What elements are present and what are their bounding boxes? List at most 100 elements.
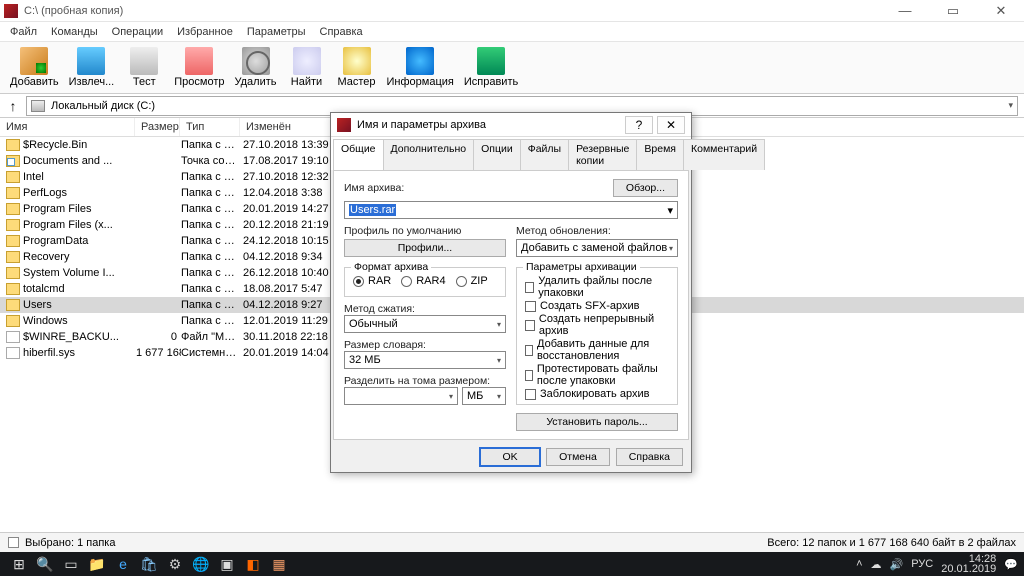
system-tray[interactable]: ˄ ☁ 🔊 РУС 14:28 20.01.2019 💬 xyxy=(856,554,1018,574)
dialog-help-button[interactable]: ? xyxy=(625,116,653,134)
dialog-tabs: Общие Дополнительно Опции Файлы Резервны… xyxy=(331,137,691,170)
add-icon xyxy=(20,47,48,75)
profiles-button[interactable]: Профили... xyxy=(344,239,506,257)
settings-icon[interactable]: ⚙ xyxy=(162,554,188,574)
toolbar-view-button[interactable]: Просмотр xyxy=(172,45,226,90)
param-check-5[interactable]: Заблокировать архив xyxy=(525,388,669,400)
folder-icon xyxy=(6,187,20,199)
explorer-icon[interactable]: 📁 xyxy=(84,554,110,574)
drive-icon xyxy=(31,100,45,112)
file-icon xyxy=(6,331,20,343)
edge-icon[interactable]: e xyxy=(110,554,136,574)
toolbar-del-button[interactable]: Удалить xyxy=(233,45,279,90)
menu-commands[interactable]: Команды xyxy=(45,24,104,40)
dialog-app-icon xyxy=(337,118,351,132)
test-icon xyxy=(130,47,158,75)
folder-icon xyxy=(6,203,20,215)
tray-clock[interactable]: 14:28 20.01.2019 xyxy=(941,554,996,574)
col-name[interactable]: Имя xyxy=(0,118,135,136)
winrar-icon[interactable]: ▦ xyxy=(266,554,292,574)
select-all-checkbox[interactable] xyxy=(8,537,19,548)
close-button[interactable]: ✕ xyxy=(986,3,1016,19)
tab-advanced[interactable]: Дополнительно xyxy=(383,139,475,170)
param-check-1[interactable]: Создать SFX-архив xyxy=(525,300,669,312)
ok-button[interactable]: OK xyxy=(480,448,540,466)
update-method-combo[interactable]: Добавить с заменой файлов▾ xyxy=(516,239,678,257)
drive-label: Локальный диск (C:) xyxy=(51,100,155,112)
menu-bar: Файл Команды Операции Избранное Параметр… xyxy=(0,22,1024,42)
window-title: C:\ (пробная копия) xyxy=(24,5,123,17)
menu-favorites[interactable]: Избранное xyxy=(171,24,239,40)
cancel-button[interactable]: Отмена xyxy=(546,448,610,466)
folder-icon xyxy=(6,299,20,311)
tab-files[interactable]: Файлы xyxy=(520,139,569,170)
tray-lang[interactable]: РУС xyxy=(911,558,933,570)
format-rar4-radio[interactable]: RAR4 xyxy=(401,275,445,287)
menu-options[interactable]: Параметры xyxy=(241,24,312,40)
tab-general[interactable]: Общие xyxy=(333,139,384,170)
toolbar: ДобавитьИзвлеч...ТестПросмотрУдалитьНайт… xyxy=(0,42,1024,94)
toolbar-wiz-button[interactable]: Мастер xyxy=(335,45,379,90)
taskview-icon[interactable]: ▭ xyxy=(58,554,84,574)
menu-operations[interactable]: Операции xyxy=(106,24,169,40)
toolbar-ext-button[interactable]: Извлеч... xyxy=(67,45,117,90)
dialog-close-button[interactable]: ✕ xyxy=(657,116,685,134)
param-check-4[interactable]: Протестировать файлы после упаковки xyxy=(525,363,669,387)
tab-options[interactable]: Опции xyxy=(473,139,521,170)
col-type[interactable]: Тип xyxy=(180,118,240,136)
toolbar-add-button[interactable]: Добавить xyxy=(8,45,61,90)
folder-icon xyxy=(6,139,20,151)
ext-icon xyxy=(77,47,105,75)
folder-icon xyxy=(6,219,20,231)
search-icon[interactable]: 🔍 xyxy=(32,554,58,574)
toolbar-find-button[interactable]: Найти xyxy=(285,45,329,90)
up-button[interactable]: ↑ xyxy=(6,98,20,114)
tab-backup[interactable]: Резервные копии xyxy=(568,139,637,170)
menu-file[interactable]: Файл xyxy=(4,24,43,40)
terminal-icon[interactable]: ▣ xyxy=(214,554,240,574)
format-zip-radio[interactable]: ZIP xyxy=(456,275,488,287)
fix-icon xyxy=(477,47,505,75)
tray-cloud-icon[interactable]: ☁ xyxy=(871,558,882,571)
help-button[interactable]: Справка xyxy=(616,448,683,466)
folder-icon xyxy=(6,171,20,183)
chrome-icon[interactable]: 🌐 xyxy=(188,554,214,574)
toolbar-fix-button[interactable]: Исправить xyxy=(462,45,520,90)
view-icon xyxy=(185,47,213,75)
tray-volume-icon[interactable]: 🔊 xyxy=(890,558,904,571)
password-button[interactable]: Установить пароль... xyxy=(516,413,678,431)
tray-notify-icon[interactable]: 💬 xyxy=(1004,558,1018,571)
totalcmd-icon[interactable]: ◧ xyxy=(240,554,266,574)
profile-label: Профиль по умолчанию xyxy=(344,225,506,237)
params-group: Параметры архивации Удалить файлы после … xyxy=(516,267,678,405)
col-modified[interactable]: Изменён xyxy=(240,118,332,136)
minimize-button[interactable]: — xyxy=(890,3,920,19)
taskbar[interactable]: ⊞ 🔍 ▭ 📁 e 🛍 ⚙ 🌐 ▣ ◧ ▦ ˄ ☁ 🔊 РУС 14:28 20… xyxy=(0,552,1024,576)
dialog-titlebar[interactable]: Имя и параметры архива ? ✕ xyxy=(331,113,691,137)
dict-combo[interactable]: 32 МБ▾ xyxy=(344,351,506,369)
param-check-0[interactable]: Удалить файлы после упаковки xyxy=(525,275,669,299)
tray-up-icon[interactable]: ˄ xyxy=(856,558,862,570)
col-size[interactable]: Размер xyxy=(135,118,180,136)
update-method-label: Метод обновления: xyxy=(516,225,678,237)
archive-name-input[interactable]: Users.rar ▾ xyxy=(344,201,678,219)
compress-combo[interactable]: Обычный▾ xyxy=(344,315,506,333)
toolbar-test-button[interactable]: Тест xyxy=(122,45,166,90)
folder-icon xyxy=(6,267,20,279)
folder-icon xyxy=(6,283,20,295)
browse-button[interactable]: Обзор... xyxy=(613,179,678,197)
store-icon[interactable]: 🛍 xyxy=(136,554,162,574)
format-rar-radio[interactable]: RAR xyxy=(353,275,391,287)
menu-help[interactable]: Справка xyxy=(314,24,369,40)
param-check-2[interactable]: Создать непрерывный архив xyxy=(525,313,669,337)
tab-time[interactable]: Время xyxy=(636,139,684,170)
dict-label: Размер словаря: xyxy=(344,339,506,351)
param-check-3[interactable]: Добавить данные для восстановления xyxy=(525,338,669,362)
start-button[interactable]: ⊞ xyxy=(6,554,32,574)
split-unit-combo[interactable]: МБ▾ xyxy=(462,387,506,405)
split-size-combo[interactable]: ▾ xyxy=(344,387,458,405)
toolbar-info-button[interactable]: Информация xyxy=(385,45,456,90)
maximize-button[interactable]: ▭ xyxy=(938,3,968,19)
tab-comment[interactable]: Комментарий xyxy=(683,139,765,170)
format-group: Формат архива RAR RAR4 ZIP xyxy=(344,267,506,297)
